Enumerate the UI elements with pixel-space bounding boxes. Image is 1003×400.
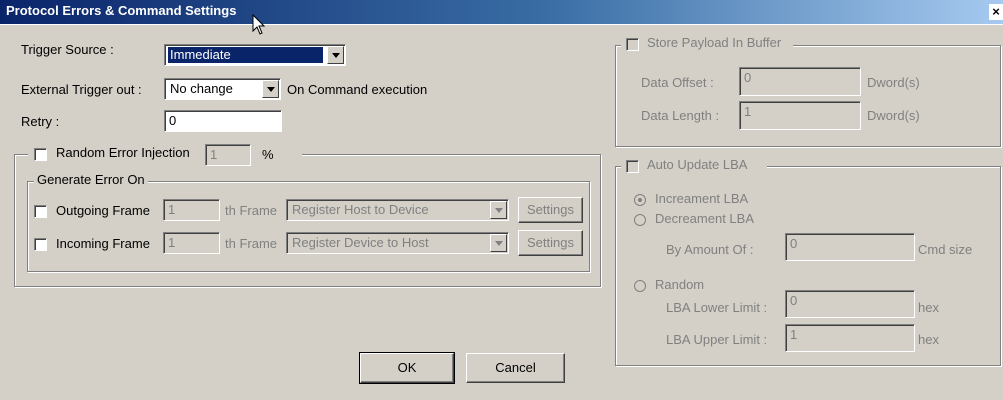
chevron-down-icon[interactable] <box>327 46 344 64</box>
cancel-button[interactable]: Cancel <box>466 353 565 383</box>
chevron-down-icon[interactable] <box>490 201 507 219</box>
external-trigger-value: No change <box>170 81 233 96</box>
random-error-checkbox[interactable] <box>34 148 47 161</box>
amount-label: By Amount Of : <box>666 242 754 257</box>
decrement-lba-radio[interactable] <box>634 214 646 226</box>
incoming-frame-type-select[interactable]: Register Device to Host <box>286 232 509 254</box>
outgoing-frame-type-select[interactable]: Register Host to Device <box>286 199 509 221</box>
chevron-down-icon[interactable] <box>490 234 507 252</box>
decrement-lba-label: Decreament LBA <box>655 211 754 226</box>
lba-lower-label: LBA Lower Limit : <box>666 300 768 315</box>
incoming-frame-type-value: Register Device to Host <box>292 235 429 250</box>
incoming-settings-button[interactable]: Settings <box>518 230 583 256</box>
external-trigger-select[interactable]: No change <box>164 78 281 100</box>
auto-lba-label: Auto Update LBA <box>647 157 748 172</box>
random-error-label: Random Error Injection <box>56 145 190 160</box>
outgoing-frame-input[interactable]: 1 <box>163 199 220 221</box>
incoming-frame-input[interactable]: 1 <box>163 232 220 254</box>
trigger-source-label: Trigger Source : <box>21 42 114 57</box>
lba-lower-input[interactable]: 0 <box>785 290 915 318</box>
lba-upper-unit: hex <box>918 332 939 347</box>
lba-upper-label: LBA Upper Limit : <box>666 332 768 347</box>
store-payload-label: Store Payload In Buffer <box>647 35 782 50</box>
data-offset-label: Data Offset : <box>641 75 714 90</box>
data-length-unit: Dword(s) <box>867 108 920 123</box>
mouse-cursor-icon <box>252 14 266 35</box>
auto-lba-checkbox[interactable] <box>626 160 639 173</box>
lba-upper-input[interactable]: 1 <box>785 324 915 352</box>
retry-input[interactable]: 0 <box>164 110 282 132</box>
incoming-frame-label: Incoming Frame <box>56 236 150 251</box>
store-payload-checkbox[interactable] <box>626 38 639 51</box>
amount-input[interactable]: 0 <box>785 233 915 261</box>
random-lba-radio[interactable] <box>634 280 646 292</box>
data-length-input[interactable]: 1 <box>739 101 861 130</box>
incoming-frame-checkbox[interactable] <box>34 238 47 251</box>
retry-label: Retry : <box>21 114 60 129</box>
store-payload-group <box>615 45 1001 147</box>
ok-button[interactable]: OK <box>359 352 455 384</box>
increment-lba-label: Increament LBA <box>655 191 749 206</box>
generate-error-legend: Generate Error On <box>34 172 148 187</box>
incoming-frame-suffix: th Frame <box>225 236 278 251</box>
trigger-source-value: Immediate <box>168 47 323 63</box>
outgoing-frame-type-value: Register Host to Device <box>292 202 429 217</box>
generate-error-group <box>27 181 590 272</box>
external-trigger-label: External Trigger out : <box>21 82 142 97</box>
data-offset-input[interactable]: 0 <box>739 67 861 96</box>
increment-lba-radio[interactable] <box>634 194 646 206</box>
close-icon[interactable]: × <box>989 4 1003 20</box>
outgoing-frame-label: Outgoing Frame <box>56 203 150 218</box>
percent-unit: % <box>262 147 274 162</box>
amount-unit: Cmd size <box>918 242 973 257</box>
outgoing-settings-button[interactable]: Settings <box>518 197 583 223</box>
data-offset-unit: Dword(s) <box>867 75 920 90</box>
data-length-label: Data Length : <box>641 108 720 123</box>
error-percent-input[interactable]: 1 <box>205 144 251 166</box>
random-lba-label: Random <box>655 277 705 292</box>
outgoing-frame-suffix: th Frame <box>225 203 278 218</box>
trigger-source-select[interactable]: Immediate <box>164 44 346 66</box>
window-title: Protocol Errors & Command Settings <box>6 3 237 18</box>
outgoing-frame-checkbox[interactable] <box>34 205 47 218</box>
chevron-down-icon[interactable] <box>262 80 279 98</box>
lba-lower-unit: hex <box>918 300 939 315</box>
external-trigger-suffix: On Command execution <box>287 82 428 97</box>
